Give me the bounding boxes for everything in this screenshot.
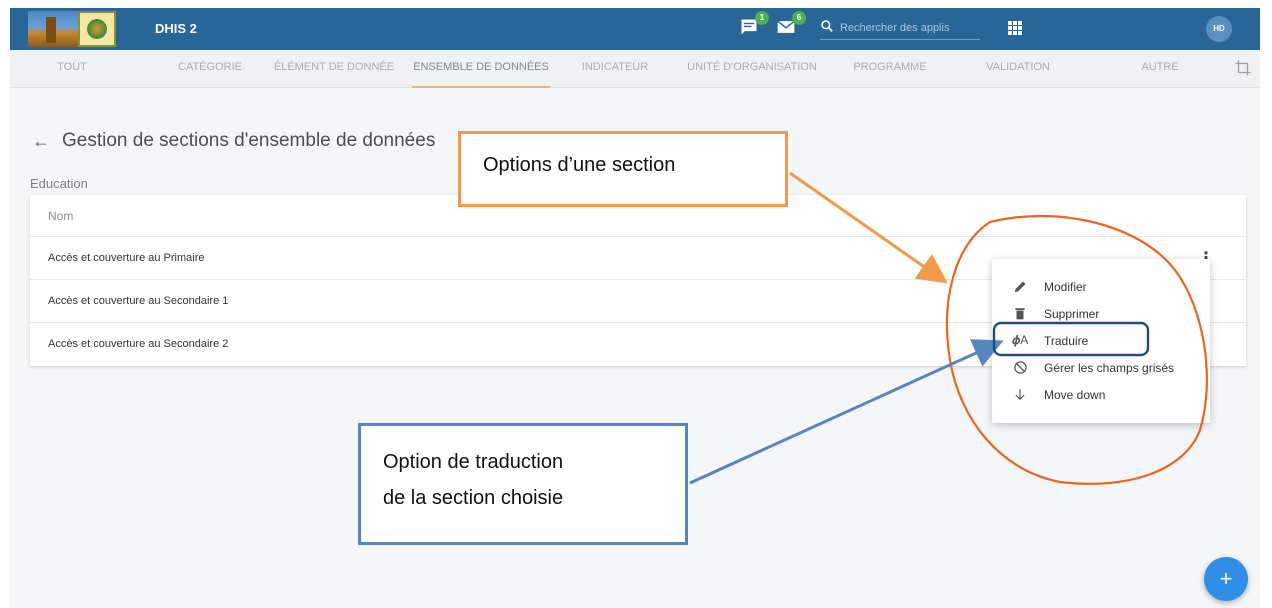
crop-icon[interactable] (1234, 59, 1252, 77)
row-name: Accès et couverture au Secondaire 2 (48, 338, 229, 350)
search-input[interactable] (840, 21, 970, 34)
tab-validation[interactable]: VALIDATION (968, 50, 1068, 88)
menu-item-traduire[interactable]: 𝝓A Traduire (992, 327, 1210, 354)
menu-item-move-down[interactable]: Move down (992, 381, 1210, 408)
section-context-menu: Modifier Supprimer 𝝓A Traduire Gérer les… (992, 259, 1210, 423)
logo-emblem (78, 11, 116, 47)
callout-text: Options d’une section (483, 154, 676, 176)
tab-autre[interactable]: AUTRE (1130, 50, 1190, 88)
menu-item-label: Supprimer (1044, 306, 1100, 321)
app-name: DHIS 2 (155, 21, 197, 36)
header-bar: DHIS 2 1 6 HD (10, 8, 1260, 50)
search-icon (820, 19, 840, 36)
user-avatar[interactable]: HD (1206, 16, 1232, 42)
messages-badge: 1 (755, 11, 769, 25)
interpretations-badge: 6 (792, 11, 806, 25)
app-search (820, 16, 980, 40)
arrow-down-icon (1012, 387, 1028, 403)
interpretations-button[interactable]: 6 (774, 11, 806, 41)
country-logo[interactable] (28, 11, 116, 47)
callout-option-traduction: Option de traduction de la section chois… (358, 423, 688, 545)
menu-item-label: Move down (1044, 387, 1106, 402)
menu-item-label: Gérer les champs grisés (1044, 360, 1175, 375)
menu-item-label: Traduire (1044, 333, 1089, 348)
apps-menu-icon[interactable] (1008, 21, 1022, 35)
tab-indicateur[interactable]: INDICATEUR (570, 50, 660, 88)
tab-ensemble-de-donnees[interactable]: ENSEMBLE DE DONNÉES (412, 50, 550, 88)
back-arrow-icon[interactable]: ← (32, 131, 50, 152)
menu-item-supprimer[interactable]: Supprimer (992, 300, 1210, 327)
page-title: ← Gestion de sections d'ensemble de donn… (32, 130, 435, 152)
menu-item-label: Modifier (1044, 279, 1087, 294)
callout-text-line2: de la section choisie (383, 487, 564, 509)
tab-element-de-donnee[interactable]: ÉLÉMENT DE DONNÉE (258, 50, 410, 88)
messages-button[interactable]: 1 (737, 11, 769, 41)
tab-tout[interactable]: TOUT (22, 50, 122, 88)
page-title-text: Gestion de sections d'ensemble de donnée… (62, 130, 436, 151)
row-name: Accès et couverture au Secondaire 1 (48, 295, 229, 307)
menu-item-modifier[interactable]: Modifier (992, 273, 1210, 300)
block-icon (1012, 360, 1028, 376)
callout-options-section: Options d’une section (458, 131, 788, 207)
callout-text-line1: Option de traduction (383, 451, 564, 473)
tab-programme[interactable]: PROGRAMME (840, 50, 940, 88)
add-section-button[interactable]: + (1204, 557, 1248, 601)
pencil-icon (1012, 279, 1028, 295)
tab-unite-organisation[interactable]: UNITÉ D'ORGANISATION (682, 50, 822, 88)
menu-item-gerer-champs-grises[interactable]: Gérer les champs grisés (992, 354, 1210, 381)
section-tabs: TOUT CATÉGORIE ÉLÉMENT DE DONNÉE ENSEMBL… (10, 50, 1260, 88)
translate-icon: 𝝓A (1011, 333, 1029, 347)
row-name: Accès et couverture au Primaire (48, 252, 205, 264)
dataset-name-label: Education (30, 176, 88, 191)
tab-categorie[interactable]: CATÉGORIE (160, 50, 260, 88)
logo-landscape (28, 11, 78, 47)
trash-icon (1012, 306, 1028, 322)
